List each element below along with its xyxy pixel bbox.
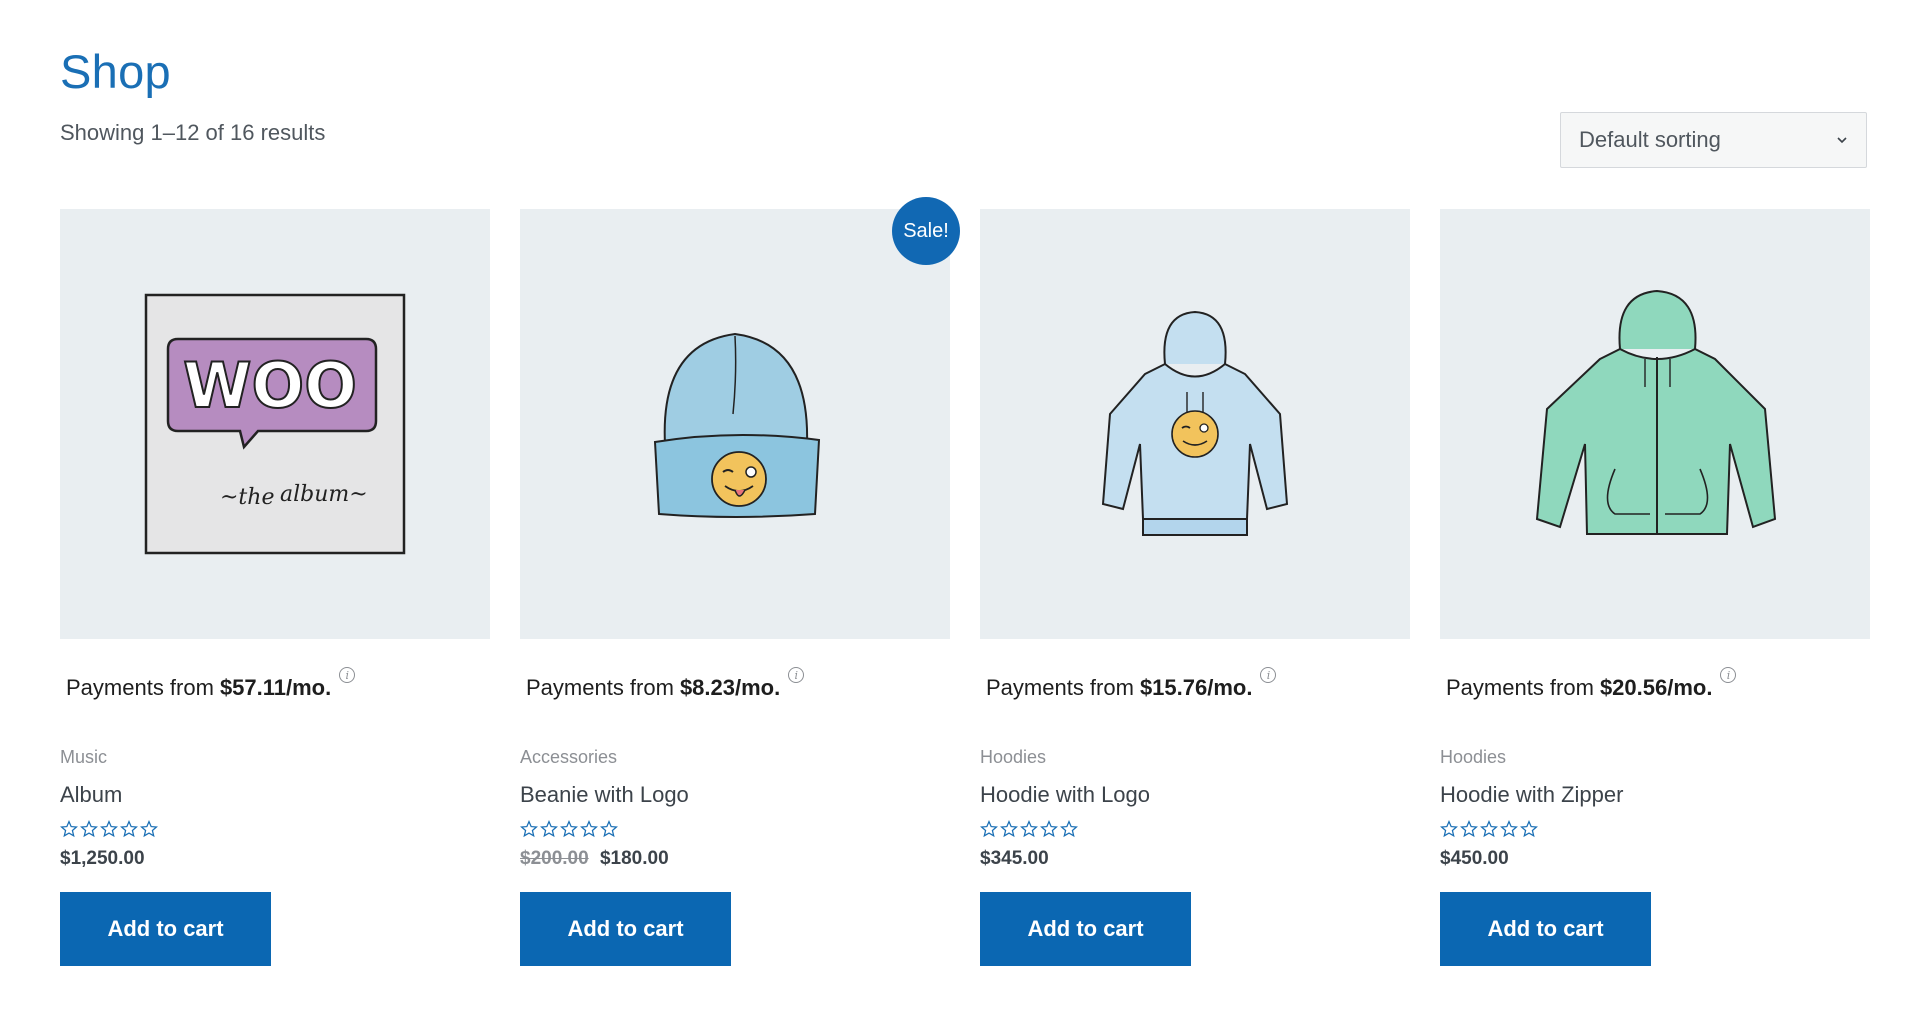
current-price: $345.00 xyxy=(980,848,1049,869)
product-card: Sale! Payments from $8.23/mo. i Accessor… xyxy=(520,197,960,966)
payments-info: Payments from $57.11/mo. i xyxy=(60,667,490,701)
result-count: Showing 1–12 of 16 results xyxy=(60,120,326,145)
star-icon xyxy=(520,820,538,838)
page-title: Shop xyxy=(60,45,171,98)
rating-stars xyxy=(520,820,950,838)
sale-badge: Sale! xyxy=(892,197,960,265)
current-price: $180.00 xyxy=(599,848,669,869)
sorting-value: Default sorting xyxy=(1579,127,1721,152)
star-icon xyxy=(1020,820,1038,838)
info-icon[interactable]: i xyxy=(1260,667,1277,683)
album-image[interactable]: WOO ~the album~ xyxy=(60,209,490,639)
svg-text:~the: ~the xyxy=(220,485,274,510)
star-icon xyxy=(100,820,118,838)
chevron-down-icon xyxy=(1837,137,1847,144)
add-to-cart-button[interactable]: Add to cart xyxy=(60,892,271,966)
add-to-cart-button[interactable]: Add to cart xyxy=(520,892,731,966)
product-price: $1,250.00 xyxy=(60,848,490,870)
add-to-cart-button[interactable]: Add to cart xyxy=(1440,892,1651,966)
old-price: $200.00 xyxy=(520,848,589,869)
product-category: Accessories xyxy=(520,747,618,767)
svg-text:WOO: WOO xyxy=(183,349,357,422)
star-icon xyxy=(1060,820,1078,838)
rating-stars xyxy=(980,820,1410,838)
beanie-image[interactable] xyxy=(520,209,950,639)
payments-label: Payments from xyxy=(1446,675,1594,700)
rating-stars xyxy=(1440,820,1870,838)
star-icon xyxy=(60,820,78,838)
product-grid: WOO ~the album~ Payments from $57.11/mo.… xyxy=(60,197,1870,966)
product-category: Music xyxy=(60,747,108,767)
star-icon xyxy=(1480,820,1498,838)
product-price: $200.00 $180.00 xyxy=(520,848,950,870)
payments-label: Payments from xyxy=(526,675,674,700)
product-card: WOO ~the album~ Payments from $57.11/mo.… xyxy=(60,209,490,966)
payments-amount: $20.56/mo. xyxy=(1599,675,1713,700)
star-icon xyxy=(560,820,578,838)
payments-label: Payments from xyxy=(986,675,1134,700)
info-icon[interactable]: i xyxy=(788,667,805,683)
hoodie-logo-image[interactable] xyxy=(980,209,1410,639)
product-price: $345.00 xyxy=(980,848,1410,870)
info-icon[interactable]: i xyxy=(1720,667,1737,683)
star-icon xyxy=(600,820,618,838)
star-icon xyxy=(580,820,598,838)
sorting-select[interactable]: Default sorting xyxy=(1560,112,1867,168)
star-icon xyxy=(540,820,558,838)
star-icon xyxy=(120,820,138,838)
star-icon xyxy=(1440,820,1458,838)
payments-info: Payments from $8.23/mo. i xyxy=(520,667,950,701)
star-icon xyxy=(1500,820,1518,838)
star-icon xyxy=(1520,820,1538,838)
payments-info: Payments from $20.56/mo. i xyxy=(1440,667,1870,701)
star-icon xyxy=(980,820,998,838)
product-name[interactable]: Beanie with Logo xyxy=(520,782,950,808)
product-card: Payments from $15.76/mo. i Hoodies Hoodi… xyxy=(980,209,1410,966)
product-price: $450.00 xyxy=(1440,848,1870,870)
add-to-cart-button[interactable]: Add to cart xyxy=(980,892,1191,966)
product-card: Payments from $20.56/mo. i Hoodies Hoodi… xyxy=(1440,209,1870,966)
hoodie-zipper-image[interactable] xyxy=(1440,209,1870,639)
product-category: Hoodies xyxy=(1440,747,1507,767)
star-icon xyxy=(1460,820,1478,838)
payments-label: Payments from xyxy=(66,675,214,700)
star-icon xyxy=(1000,820,1018,838)
product-name[interactable]: Hoodie with Zipper xyxy=(1440,782,1870,808)
payments-amount: $57.11/mo. xyxy=(219,675,332,700)
star-icon xyxy=(80,820,98,838)
current-price: $450.00 xyxy=(1440,848,1509,869)
rating-stars xyxy=(60,820,490,838)
product-name[interactable]: Hoodie with Logo xyxy=(980,782,1410,808)
payments-info: Payments from $15.76/mo. i xyxy=(980,667,1410,701)
payments-amount: $15.76/mo. xyxy=(1139,675,1253,700)
star-icon xyxy=(140,820,158,838)
product-name[interactable]: Album xyxy=(60,782,490,808)
star-icon xyxy=(1040,820,1058,838)
current-price: $1,250.00 xyxy=(60,848,145,869)
payments-amount: $8.23/mo. xyxy=(679,675,781,700)
info-icon[interactable]: i xyxy=(339,667,356,683)
product-category: Hoodies xyxy=(980,747,1047,767)
svg-text:album~: album~ xyxy=(280,482,368,507)
